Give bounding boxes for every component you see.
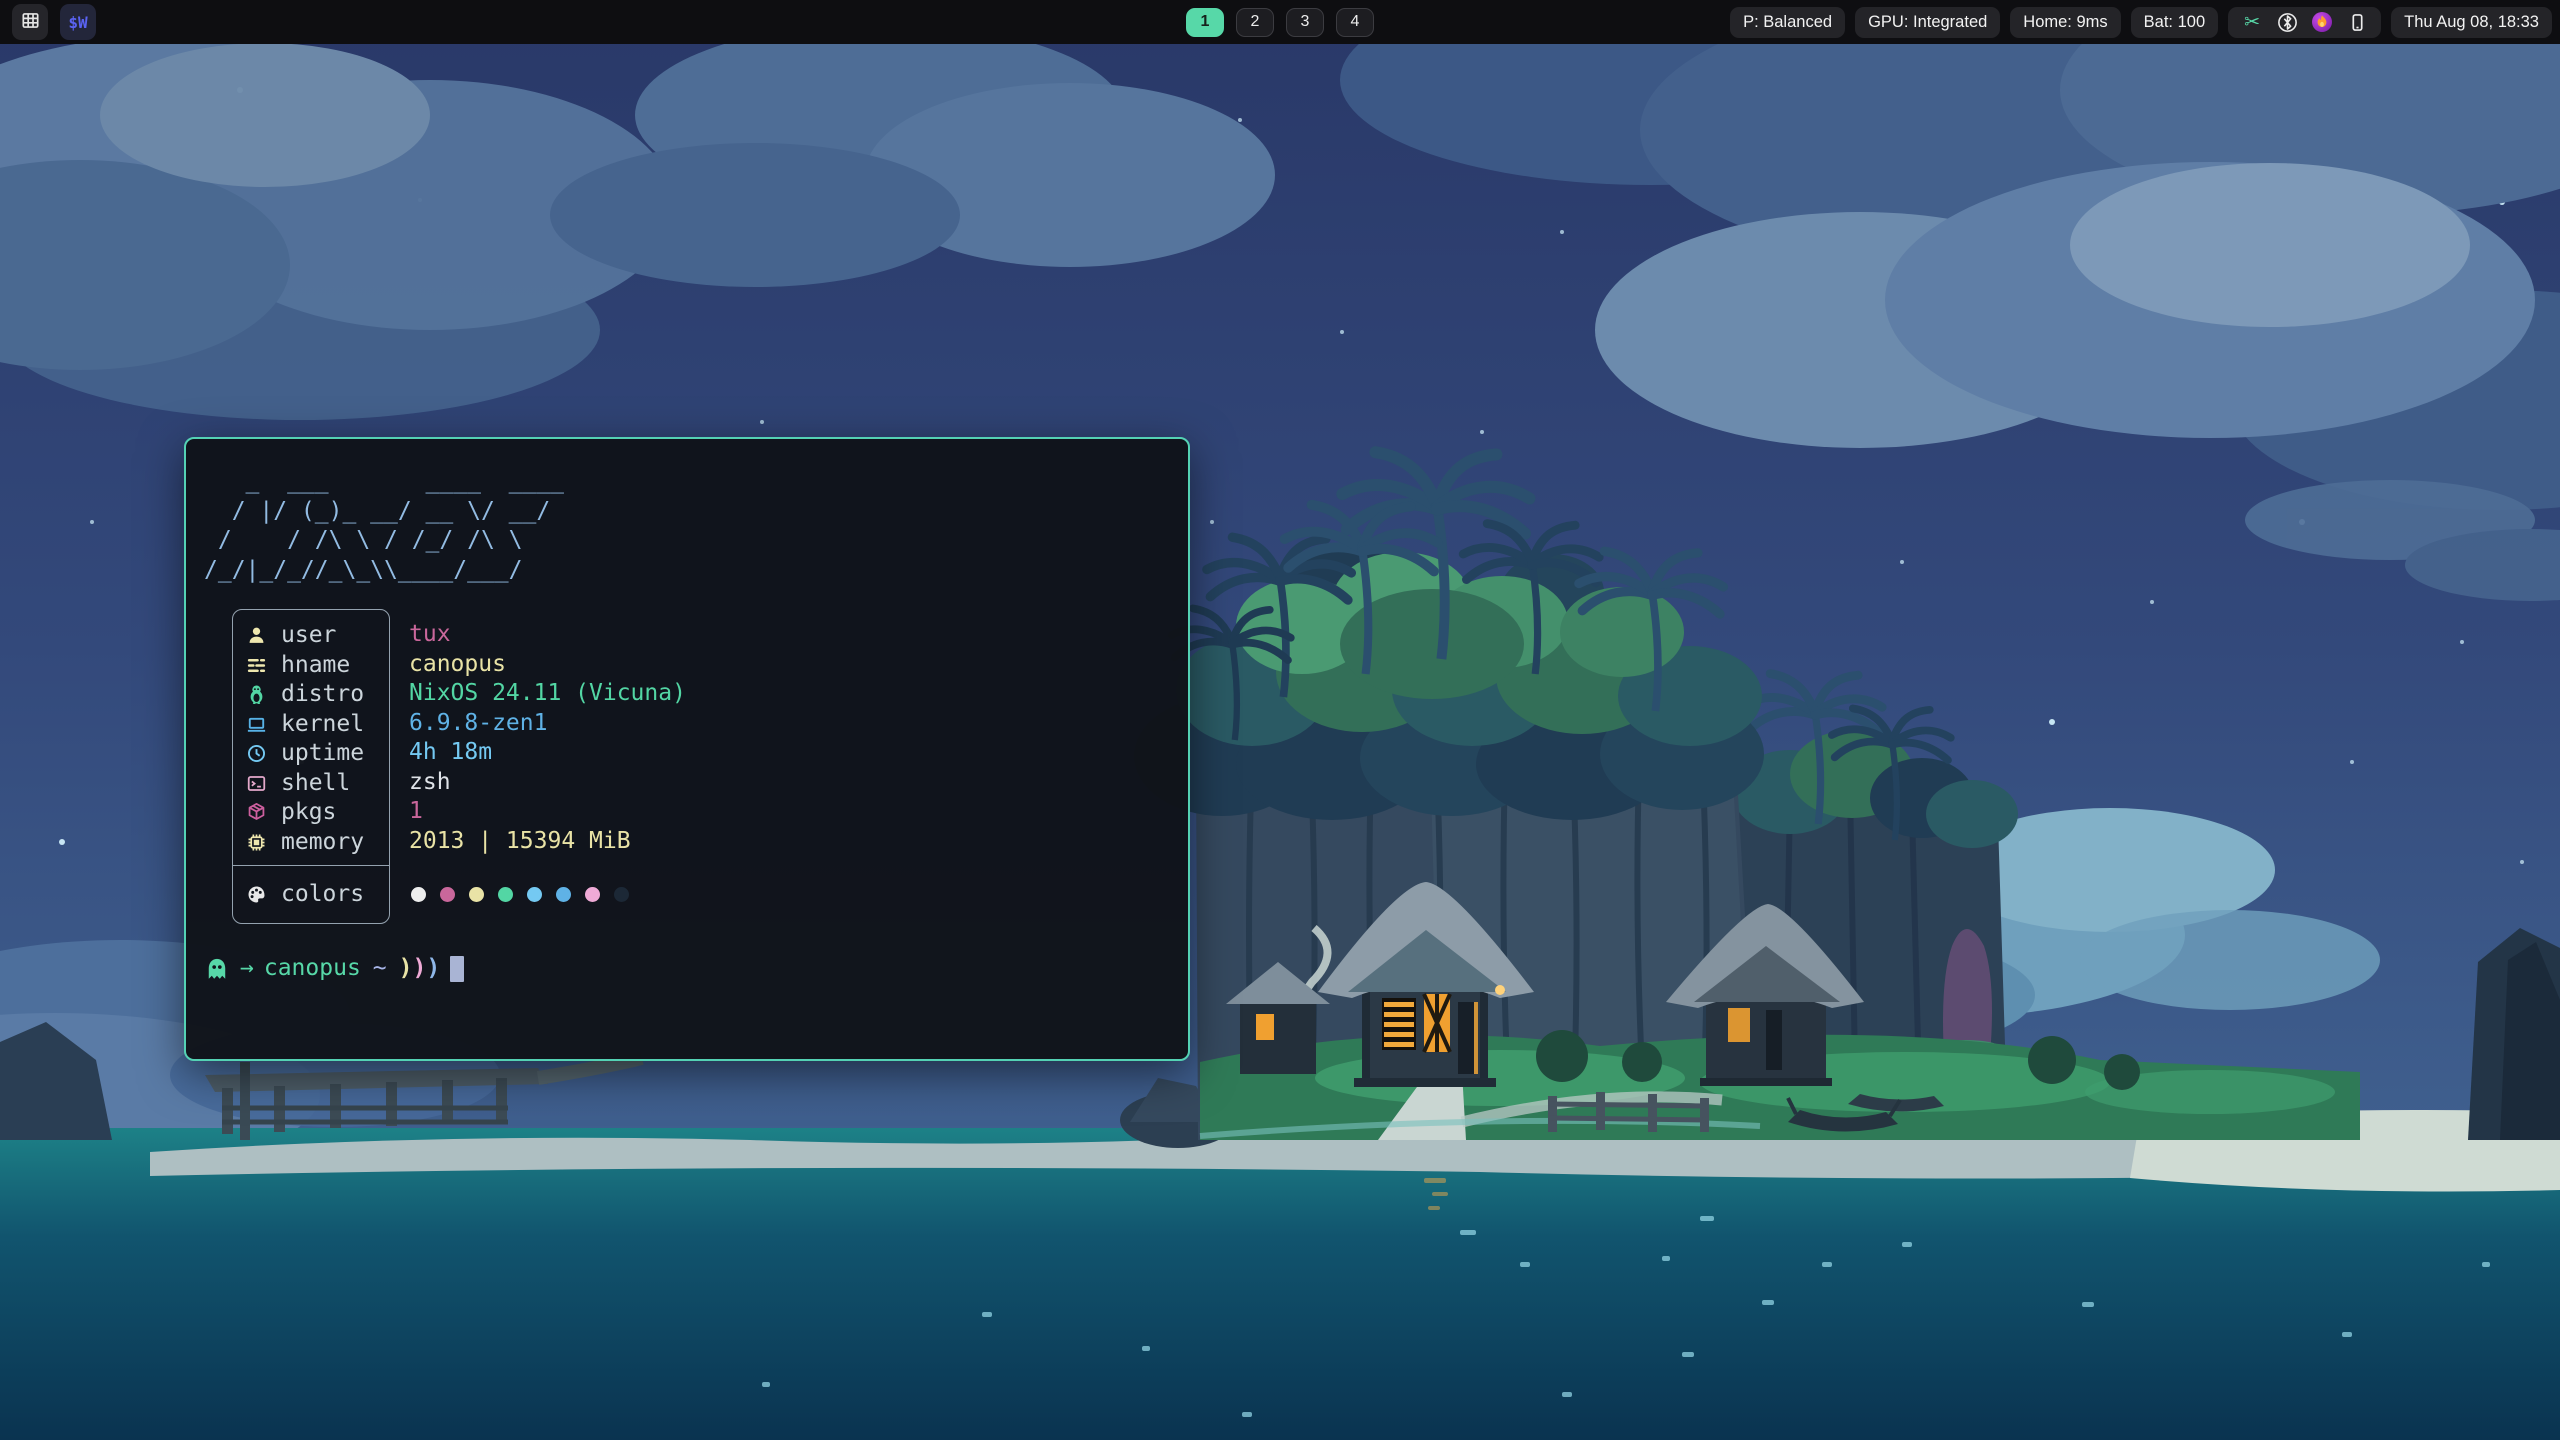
- color-swatch-1: [440, 887, 455, 902]
- fetch-value-hname: canopus: [409, 650, 1168, 680]
- fetch-row-shell: shell: [233, 769, 389, 799]
- workspace-button-4[interactable]: 4: [1336, 8, 1374, 37]
- fetch-label: user: [281, 621, 336, 651]
- color-swatch-3: [498, 887, 513, 902]
- fetch-label: shell: [281, 769, 350, 799]
- status-pill-home[interactable]: Home: 9ms: [2010, 7, 2120, 38]
- laptop-icon: [244, 713, 268, 735]
- fastfetch-output: userhnamedistrokerneluptimeshellpkgsmemo…: [232, 609, 1168, 924]
- fetch-colors-row: colors: [233, 865, 389, 923]
- dollar-w-badge: $W: [68, 13, 87, 32]
- nixos-ascii-logo: _ ___ ____ ____ / |/ (_)_ __/ __ \/ __/ …: [204, 467, 1168, 585]
- fetch-label: uptime: [281, 739, 364, 769]
- fetch-label: kernel: [281, 710, 364, 740]
- fetch-values: tuxcanopusNixOS 24.11 (Vicuna)6.9.8-zen1…: [390, 609, 1168, 924]
- fetch-row-pkgs: pkgs: [233, 798, 389, 828]
- status-pill-p[interactable]: P: Balanced: [1730, 7, 1845, 38]
- ghost-icon: [204, 956, 230, 982]
- clock-icon: [244, 743, 268, 765]
- topbar-left: $W: [12, 0, 96, 44]
- fetch-label: hname: [281, 651, 350, 681]
- palette-icon: [244, 884, 268, 906]
- penguin-icon: [244, 684, 268, 706]
- fetch-label: memory: [281, 828, 364, 858]
- prompt-path: ~: [373, 954, 387, 984]
- prompt-chevron: ): [399, 955, 413, 981]
- color-swatch-7: [614, 887, 629, 902]
- fetch-value-pkgs: 1: [409, 797, 1168, 827]
- prompt-chevron: ): [413, 955, 427, 981]
- fetch-row-kernel: kernel: [233, 710, 389, 740]
- fetch-label-box: userhnamedistrokerneluptimeshellpkgsmemo…: [232, 609, 390, 924]
- fetch-label: distro: [281, 680, 364, 710]
- scissors-icon[interactable]: ✂: [2241, 11, 2263, 33]
- workspace-switcher-button[interactable]: $W: [60, 4, 96, 40]
- list-icon: [244, 654, 268, 676]
- chip-icon: [244, 831, 268, 853]
- terminal-cursor: [450, 956, 464, 982]
- clock-pill[interactable]: Thu Aug 08, 18:33: [2391, 7, 2552, 38]
- color-swatch-5: [556, 887, 571, 902]
- fetch-label: colors: [281, 880, 364, 910]
- prompt-arrow: →: [240, 954, 254, 984]
- status-pill-gpu[interactable]: GPU: Integrated: [1855, 7, 2000, 38]
- fetch-value-distro: NixOS 24.11 (Vicuna): [409, 679, 1168, 709]
- workspace-button-2[interactable]: 2: [1236, 8, 1274, 37]
- fetch-row-user: user: [233, 621, 389, 651]
- fetch-label: pkgs: [281, 798, 336, 828]
- package-icon: [244, 802, 268, 824]
- fetch-row-distro: distro: [233, 680, 389, 710]
- person-icon: [244, 625, 268, 647]
- workspace-button-1[interactable]: 1: [1186, 8, 1224, 37]
- system-tray[interactable]: ✂: [2228, 7, 2381, 38]
- status-pill-bat[interactable]: Bat: 100: [2131, 7, 2218, 38]
- workspace-button-3[interactable]: 3: [1286, 8, 1324, 37]
- color-swatch-4: [527, 887, 542, 902]
- terminal-palette-dots: [409, 866, 1168, 923]
- fetch-row-uptime: uptime: [233, 739, 389, 769]
- terminal-icon: [244, 772, 268, 794]
- color-swatch-0: [411, 887, 426, 902]
- color-swatch-2: [469, 887, 484, 902]
- app-launcher-button[interactable]: [12, 4, 48, 40]
- topbar: $W 1234 P: Balanced GPU: Integrated Home: …: [0, 0, 2560, 44]
- fetch-row-memory: memory: [233, 828, 389, 858]
- flame-icon[interactable]: [2311, 11, 2333, 33]
- shell-prompt: → canopus ~ ))): [204, 954, 1168, 984]
- prompt-hostname: canopus: [264, 954, 361, 984]
- desktop: $W 1234 P: BalancedGPU: IntegratedHome: …: [0, 0, 2560, 1440]
- prompt-chevrons: ))): [399, 954, 441, 984]
- fetch-row-hname: hname: [233, 651, 389, 681]
- phone-icon[interactable]: [2346, 11, 2368, 33]
- fetch-value-user: tux: [409, 620, 1168, 650]
- fetch-value-memory: 2013 | 15394 MiB: [409, 827, 1168, 857]
- fetch-value-uptime: 4h 18m: [409, 738, 1168, 768]
- workspace-list: 1234: [1186, 0, 1374, 44]
- topbar-right: P: Balanced GPU: Integrated Home: 9ms Bat: …: [1730, 0, 2552, 44]
- fetch-value-kernel: 6.9.8-zen1: [409, 709, 1168, 739]
- fetch-value-shell: zsh: [409, 768, 1168, 798]
- clock-label: Thu Aug 08, 18:33: [2404, 13, 2539, 32]
- terminal-window[interactable]: _ ___ ____ ____ / |/ (_)_ __/ __ \/ __/ …: [184, 437, 1190, 1061]
- bluetooth-icon[interactable]: [2276, 11, 2298, 33]
- color-swatch-6: [585, 887, 600, 902]
- prompt-chevron: ): [426, 955, 440, 981]
- apps-grid-icon: [21, 11, 40, 33]
